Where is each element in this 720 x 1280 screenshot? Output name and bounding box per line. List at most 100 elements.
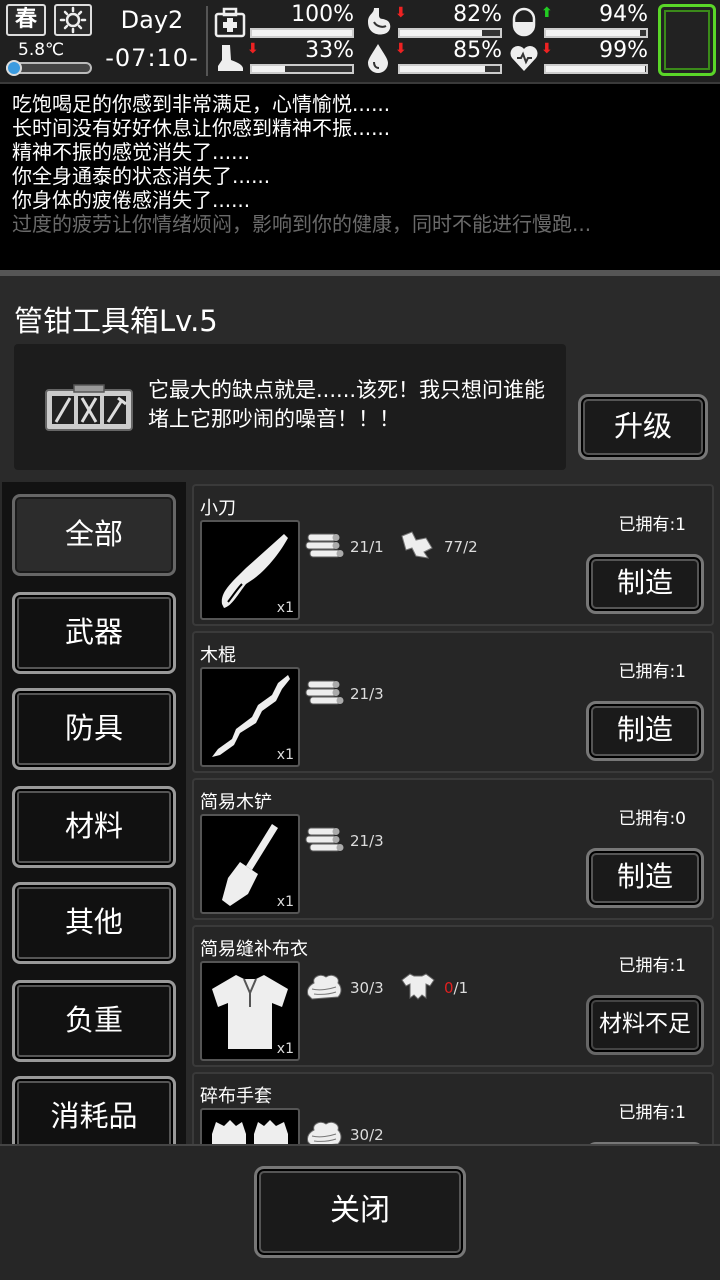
recipe-name: 小刀 <box>200 498 236 519</box>
stat-value: 85% <box>453 38 502 63</box>
stat-value: 100% <box>291 2 354 27</box>
rag-shirt-icon <box>398 971 438 1001</box>
stat-value: 99% <box>599 38 648 63</box>
material-count: 21/3 <box>350 832 384 850</box>
output-qty: x1 <box>276 600 294 616</box>
log-line: 长时间没有好好休息让你感到精神不振...... <box>12 116 391 140</box>
stat-arrow: ⬇ <box>247 41 259 57</box>
owned-count: 已拥有:1 <box>618 515 686 535</box>
category-tab-weapons[interactable]: 武器 <box>12 592 176 674</box>
shovel-icon[interactable]: x1 <box>200 814 300 914</box>
status-bar: 春 5.8℃ Day2 -07:10- 100% ⬇ 82% ⬆ 94% ⬇ 3… <box>0 0 720 84</box>
stat-stamina: ⬇ 33% <box>214 38 354 76</box>
owned-count: 已拥有:1 <box>618 662 686 682</box>
stat-bar-fill <box>400 66 485 72</box>
recipe-name: 简易缝补布衣 <box>200 939 308 960</box>
material-count: 0/1 <box>444 979 469 997</box>
craft-button[interactable]: 制造 <box>586 554 704 614</box>
message-log[interactable]: 吃饱喝足的你感到非常满足，心情愉悦...... 长时间没有好好休息让你感到精神不… <box>0 84 720 274</box>
stat-bar-fill <box>252 66 285 72</box>
recipe-row-knife: 小刀 x1 21/1 77/2 已拥有:1 制造 <box>192 484 714 626</box>
stat-health: 100% <box>214 2 354 40</box>
stat-bar <box>398 64 502 74</box>
stick-icon[interactable]: x1 <box>200 667 300 767</box>
bottom-bar: 关闭 <box>0 1144 720 1280</box>
foot-icon <box>214 42 246 74</box>
stat-bar-fill <box>546 66 645 72</box>
stat-energy: ⬆ 94% <box>508 2 648 40</box>
recipe-row-shovel: 简易木铲 x1 21/3 已拥有:0 制造 <box>192 778 714 920</box>
category-tab-armor[interactable]: 防具 <box>12 688 176 770</box>
recipe-row-stick: 木棍 x1 21/3 已拥有:1 制造 <box>192 631 714 773</box>
temperature-label: 5.8℃ <box>18 40 65 60</box>
heart-icon <box>508 42 540 74</box>
recipe-row-cloth-shirt: 简易缝补布衣 x1 30/3 0/1 已拥有:1 材料不足 <box>192 925 714 1067</box>
toolbox-icon <box>44 384 134 434</box>
craft-button[interactable]: 制造 <box>586 848 704 908</box>
character-status-button[interactable] <box>658 4 716 76</box>
log-line: 你身体的疲倦感消失了...... <box>12 188 251 212</box>
thermometer-bulb-icon <box>6 60 22 76</box>
stat-bar-fill <box>400 30 482 36</box>
category-tab-all[interactable]: 全部 <box>12 494 176 576</box>
stat-value: 82% <box>453 2 502 27</box>
material-count: 30/3 <box>350 979 384 997</box>
station-description: 它最大的缺点就是......该死！我只想问谁能堵上它那吵闹的噪音！！！ <box>148 378 546 431</box>
material-count: 30/2 <box>350 1126 384 1144</box>
game-clock: -07:10- <box>105 44 199 72</box>
sun-icon <box>54 4 92 36</box>
log-line: 精神不振的感觉消失了...... <box>12 140 251 164</box>
log-line: 你全身通泰的状态消失了...... <box>12 164 271 188</box>
stat-arrow: ⬇ <box>541 41 553 57</box>
panel-title: 管钳工具箱Lv.5 <box>14 304 218 338</box>
stat-arrow: ⬇ <box>395 5 407 21</box>
medkit-icon <box>214 6 246 38</box>
station-description-box: 它最大的缺点就是......该死！我只想问谁能堵上它那吵闹的噪音！！！ <box>14 344 566 470</box>
log-line: 过度的疲劳让你情绪烦闷，影响到你的健康，同时不能进行慢跑... <box>12 212 592 236</box>
season-badge: 春 <box>6 4 46 36</box>
recipe-list[interactable]: 小刀 x1 21/1 77/2 已拥有:1 制造 木棍 x1 21/3 已拥有:… <box>192 482 716 1144</box>
cloth-pile-icon <box>304 971 344 1001</box>
recipe-name: 简易木铲 <box>200 792 272 813</box>
cloth-pile-icon <box>304 1118 344 1144</box>
stat-bar <box>250 64 354 74</box>
close-button[interactable]: 关闭 <box>254 1166 466 1258</box>
scrap-metal-icon <box>398 530 438 560</box>
stomach-icon <box>362 6 394 38</box>
category-tab-carry[interactable]: 负重 <box>12 980 176 1062</box>
stat-bar <box>544 28 648 38</box>
recipe-row-rag-gloves: 碎布手套 x1 30/2 已拥有:1 制造 <box>192 1072 714 1144</box>
day-counter: Day2 <box>120 6 184 34</box>
stat-thirst: ⬇ 85% <box>362 38 502 76</box>
category-sidebar: 全部 武器 防具 材料 其他 负重 消耗品 <box>2 482 186 1158</box>
gloves-icon[interactable]: x1 <box>200 1108 300 1144</box>
temperature-bar <box>6 60 92 76</box>
water-drop-icon <box>362 42 394 74</box>
wood-logs-icon <box>304 530 344 560</box>
stat-arrow: ⬇ <box>395 41 407 57</box>
stat-bar <box>398 28 502 38</box>
wood-logs-icon <box>304 824 344 854</box>
shirt-icon[interactable]: x1 <box>200 961 300 1061</box>
upgrade-button[interactable]: 升级 <box>578 394 708 460</box>
output-qty: x1 <box>276 1041 294 1057</box>
owned-count: 已拥有:1 <box>618 956 686 976</box>
recipe-name: 碎布手套 <box>200 1086 272 1107</box>
output-qty: x1 <box>276 747 294 763</box>
knife-icon[interactable]: x1 <box>200 520 300 620</box>
stat-arrow: ⬆ <box>541 5 553 21</box>
material-count: 77/2 <box>444 538 478 556</box>
stat-bar <box>544 64 648 74</box>
craft-button[interactable]: 制造 <box>586 701 704 761</box>
output-qty: x1 <box>276 894 294 910</box>
recipe-name: 木棍 <box>200 645 236 666</box>
category-tab-materials[interactable]: 材料 <box>12 786 176 868</box>
stat-mood: ⬇ 99% <box>508 38 648 76</box>
category-tab-other[interactable]: 其他 <box>12 882 176 964</box>
pill-icon <box>508 6 540 38</box>
insufficient-materials-button[interactable]: 材料不足 <box>586 995 704 1055</box>
material-count: 21/3 <box>350 685 384 703</box>
owned-count: 已拥有:0 <box>618 809 686 829</box>
stat-bar <box>250 28 354 38</box>
stat-value: 94% <box>599 2 648 27</box>
